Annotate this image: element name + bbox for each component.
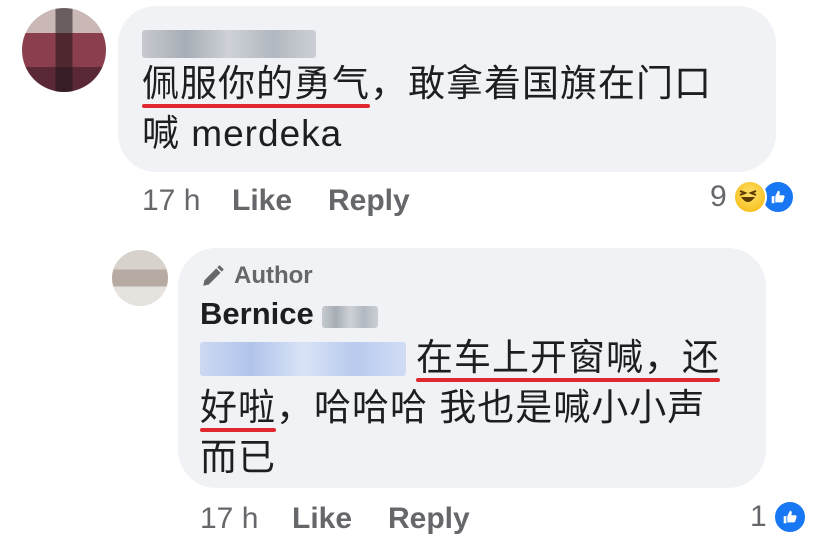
reply-underlined-text-2: 好啦	[200, 387, 276, 432]
reply-button[interactable]: Reply	[328, 184, 410, 218]
comment-timestamp[interactable]: 17 h	[142, 184, 200, 218]
author-badge-label: Author	[234, 262, 313, 289]
haha-icon	[732, 180, 767, 214]
reply-reaction-count: 1	[750, 500, 767, 533]
mentioned-name-redacted[interactable]	[200, 342, 406, 376]
reply-underlined-text-1: 在车上开窗喊，还	[416, 337, 720, 382]
comment-text-line-2: 喊 merdeka	[142, 113, 343, 154]
comment-underlined-text: 佩服你的勇气	[142, 63, 370, 108]
author-avatar[interactable]	[112, 250, 168, 306]
like-button[interactable]: Like	[232, 184, 292, 218]
reaction-count: 9	[710, 180, 727, 213]
reply-reply-button[interactable]: Reply	[388, 502, 470, 536]
comment-text-line-1: 佩服你的勇气，敢拿着国旗在门口	[142, 62, 712, 108]
reply-text-line-2: 好啦，哈哈哈 我也是喊小小声	[200, 386, 706, 432]
reply-text-line-3: 而已	[200, 437, 276, 478]
reply-like-button[interactable]: Like	[292, 502, 352, 536]
reply-timestamp[interactable]: 17 h	[200, 502, 258, 536]
reaction-summary[interactable]: 9	[710, 180, 795, 214]
reply-text-rest: ，哈哈哈 我也是喊小小声	[276, 387, 706, 428]
comment-text-rest: ，敢拿着国旗在门口	[370, 63, 712, 104]
author-name[interactable]: Bernice	[200, 296, 314, 332]
reply-text-line-1: 在车上开窗喊，还	[416, 336, 720, 382]
commenter-name-redacted[interactable]	[142, 30, 316, 58]
like-icon	[772, 500, 807, 534]
commenter-avatar[interactable]	[22, 8, 106, 92]
pencil-icon	[203, 265, 224, 286]
reply-reaction-summary[interactable]: 1	[750, 500, 807, 534]
author-name-text: Bernice	[200, 296, 314, 331]
author-surname-redacted	[322, 306, 378, 328]
author-badge: Author	[200, 262, 313, 290]
